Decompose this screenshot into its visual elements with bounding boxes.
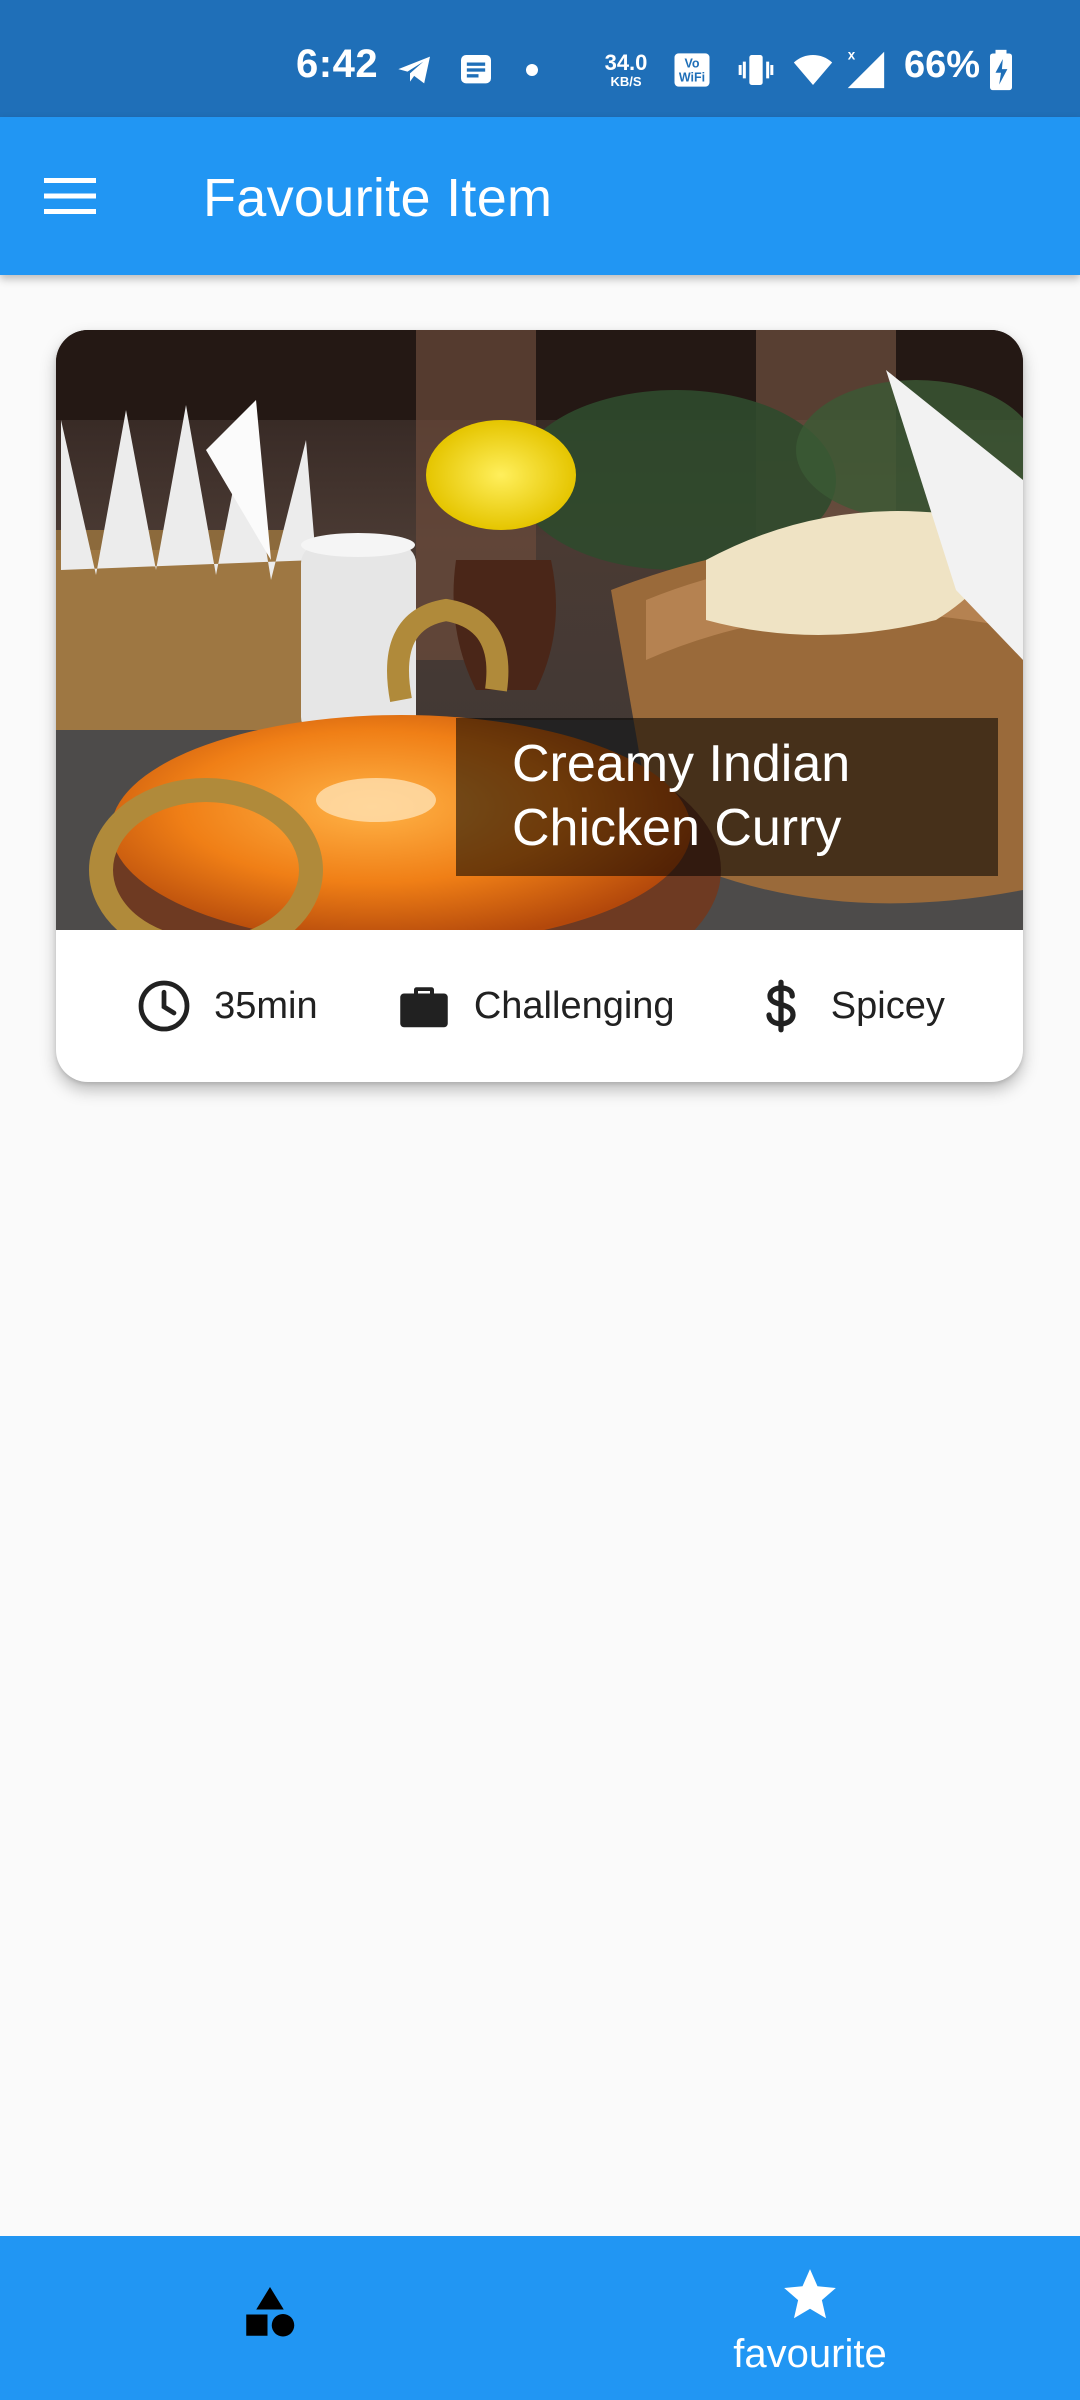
- bottom-navigation: favourite: [0, 2236, 1080, 2400]
- battery-percent: 66%: [904, 44, 981, 86]
- wifi-icon: [793, 55, 833, 85]
- dollar-icon: [751, 976, 811, 1036]
- complexity-info: Challenging: [394, 976, 675, 1036]
- menu-button[interactable]: [28, 154, 112, 238]
- net-speed: 34.0 KB/S: [602, 50, 650, 89]
- affordability-info: Spicey: [751, 976, 945, 1036]
- svg-text:Vo: Vo: [684, 57, 699, 71]
- nav-item-categories[interactable]: [0, 2236, 540, 2400]
- page-title: Favourite Item: [203, 168, 553, 228]
- recipe-meta: 35min Challenging Spicey: [56, 930, 1023, 1082]
- affordability-label: Spicey: [830, 984, 945, 1027]
- clock-icon: [134, 976, 194, 1036]
- briefcase-icon: [394, 976, 454, 1036]
- nav-label-favourite: favourite: [733, 2332, 887, 2376]
- star-icon: [784, 2269, 836, 2319]
- status-time: 6:42: [296, 42, 379, 86]
- telegram-icon: [398, 56, 430, 84]
- complexity-label: Challenging: [473, 984, 675, 1027]
- app-bar: Favourite Item: [0, 117, 1080, 275]
- signal-icon: x: [847, 47, 885, 89]
- message-icon: [461, 55, 491, 84]
- recipe-card[interactable]: Creamy Indian Chicken Curry 35min Challe…: [56, 330, 1023, 1082]
- battery-charging-icon: [990, 49, 1012, 91]
- status-bar: 6:42 34.0 KB/S Vo WiFi x 66%: [0, 0, 1080, 117]
- net-speed-value: 34.0: [604, 50, 648, 75]
- net-speed-unit: KB/S: [610, 74, 642, 89]
- notification-dot-icon: [526, 64, 538, 76]
- nav-item-favourite[interactable]: favourite: [540, 2236, 1080, 2400]
- svg-text:WiFi: WiFi: [679, 71, 705, 85]
- duration-label: 35min: [214, 984, 318, 1027]
- vibrate-icon: [738, 55, 774, 85]
- svg-text:x: x: [848, 47, 856, 62]
- vowifi-icon: Vo WiFi: [674, 53, 710, 87]
- categories-shapes-icon: [246, 2287, 295, 2337]
- hamburger-menu-icon: [44, 178, 96, 214]
- recipe-title: Creamy Indian Chicken Curry: [456, 718, 998, 876]
- duration-info: 35min: [134, 976, 318, 1036]
